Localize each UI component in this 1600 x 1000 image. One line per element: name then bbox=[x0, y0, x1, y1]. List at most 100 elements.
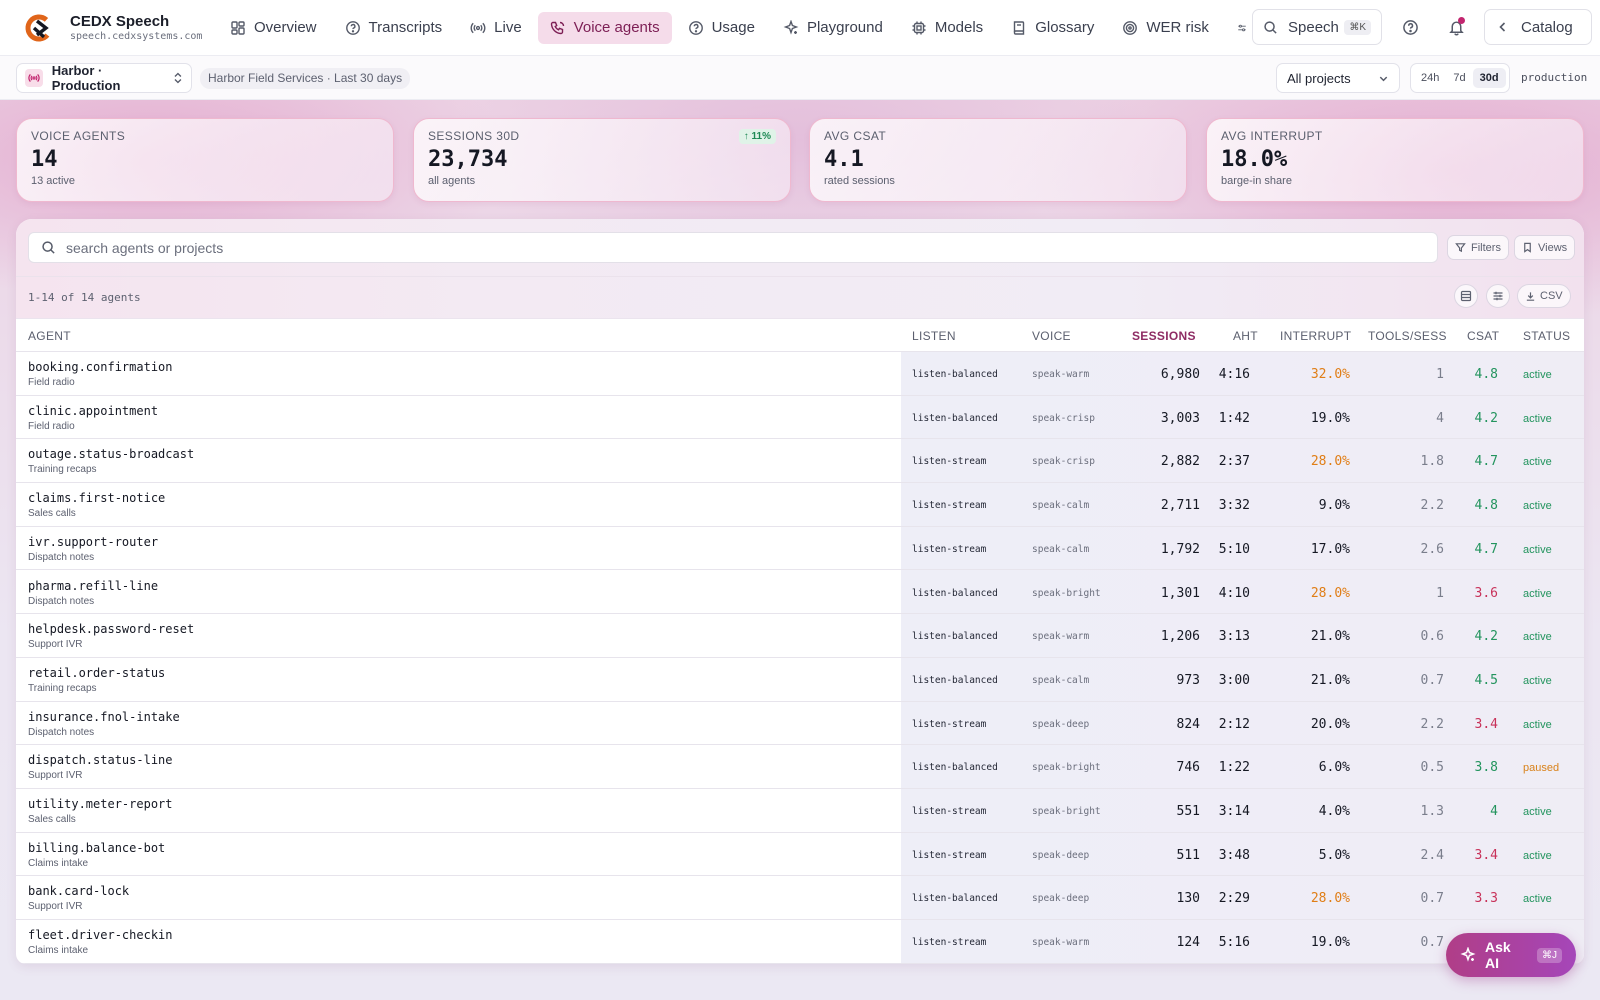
environment-select[interactable]: Harbor · Production bbox=[16, 63, 192, 93]
global-search-button[interactable]: Speech ⌘K bbox=[1252, 9, 1382, 45]
table-row[interactable]: booking.confirmation Field radio listen-ba… bbox=[16, 352, 1584, 396]
agent-name[interactable]: billing.balance-bot bbox=[28, 841, 165, 855]
notification-dot bbox=[1458, 17, 1465, 24]
tools-value: 2.4 bbox=[1420, 847, 1444, 863]
agent-project: Field radio bbox=[28, 420, 75, 432]
table-row[interactable]: insurance.fnol-intake Dispatch notes liste… bbox=[16, 702, 1584, 746]
chevron-left-icon bbox=[1499, 22, 1506, 32]
agent-project: Sales calls bbox=[28, 508, 76, 520]
col-header-listen[interactable]: LISTEN bbox=[912, 329, 956, 343]
agent-name[interactable]: helpdesk.password-reset bbox=[28, 622, 194, 636]
voice-model: speak-warm bbox=[1032, 631, 1090, 643]
col-header-sessions[interactable]: SESSIONS bbox=[1132, 329, 1196, 343]
sessions-value: 2,882 bbox=[1160, 454, 1200, 470]
agent-name[interactable]: ivr.support-router bbox=[28, 535, 158, 549]
voice-model: speak-calm bbox=[1032, 500, 1090, 512]
aht-value: 2:12 bbox=[1218, 716, 1250, 732]
range-24h-button[interactable]: 24h bbox=[1414, 68, 1446, 88]
agent-name[interactable]: bank.card-lock bbox=[28, 884, 129, 898]
interrupt-value: 4.0% bbox=[1318, 804, 1350, 819]
project-filter-select[interactable]: All projects bbox=[1276, 63, 1400, 93]
interrupt-value: 21.0% bbox=[1310, 672, 1350, 688]
sessions-value: 824 bbox=[1176, 716, 1200, 732]
agent-project: Training recaps bbox=[28, 464, 97, 476]
table-row[interactable]: dispatch.status-line Support IVR listen-ba… bbox=[16, 745, 1584, 789]
col-header-aht[interactable]: AHT bbox=[1233, 329, 1258, 343]
chevron-updown-icon bbox=[174, 72, 182, 84]
nav-item-voice-agents[interactable]: Voice agents bbox=[537, 11, 672, 44]
col-header-status[interactable]: STATUS bbox=[1523, 329, 1570, 343]
agent-project: Claims intake bbox=[28, 857, 89, 869]
tools-value: 4 bbox=[1436, 410, 1444, 426]
table-row[interactable]: fleet.driver-checkin Claims intake listen-… bbox=[16, 920, 1584, 964]
agent-name[interactable]: claims.first-notice bbox=[28, 491, 165, 505]
brand[interactable]: CEDX Speech speech.cedxsystems.com bbox=[0, 8, 218, 47]
views-button[interactable]: Views bbox=[1514, 235, 1576, 260]
col-header-voice[interactable]: VOICE bbox=[1032, 329, 1071, 343]
top-nav: CEDX Speech speech.cedxsystems.com Overv… bbox=[0, 0, 1600, 56]
help-button[interactable] bbox=[1398, 15, 1422, 39]
listen-model: listen-balanced bbox=[912, 893, 998, 905]
csat-value: 3.4 bbox=[1474, 847, 1498, 863]
aht-value: 1:22 bbox=[1218, 760, 1250, 776]
voice-model: speak-bright bbox=[1032, 762, 1101, 774]
nav-item-wer-risk[interactable]: WER risk bbox=[1110, 12, 1221, 44]
table-row[interactable]: pharma.refill-line Dispatch notes listen-b… bbox=[16, 571, 1584, 615]
ask-ai-button[interactable]: Ask AI ⌘J bbox=[1446, 933, 1576, 977]
aht-value: 2:29 bbox=[1218, 891, 1250, 907]
agent-search-input[interactable] bbox=[66, 239, 1366, 256]
notifications-button[interactable] bbox=[1444, 15, 1468, 39]
agent-name[interactable]: dispatch.status-line bbox=[28, 753, 173, 767]
aht-value: 4:16 bbox=[1218, 367, 1250, 382]
nav-item-overview[interactable]: Overview bbox=[218, 12, 329, 44]
agent-name[interactable]: outage.status-broadcast bbox=[28, 447, 194, 461]
table-row[interactable]: outage.status-broadcast Training recaps li… bbox=[16, 439, 1584, 484]
table-row[interactable]: ivr.support-router Dispatch notes listen-s… bbox=[16, 527, 1584, 571]
table-row[interactable]: claims.first-notice Sales calls listen-str… bbox=[16, 483, 1584, 527]
nav-item-live[interactable]: Live bbox=[458, 12, 534, 44]
table-row[interactable]: utility.meter-report Sales calls listen-st… bbox=[16, 789, 1584, 833]
nav-item-transcripts[interactable]: Transcripts bbox=[333, 12, 455, 44]
voice-model: speak-deep bbox=[1032, 718, 1090, 730]
agent-name[interactable]: fleet.driver-checkin bbox=[28, 928, 173, 942]
agent-name[interactable]: utility.meter-report bbox=[28, 797, 173, 811]
columns-settings-button[interactable] bbox=[1486, 284, 1510, 308]
filters-button[interactable]: Filters bbox=[1447, 235, 1509, 260]
table-row[interactable]: bank.card-lock Support IVR listen-balanced… bbox=[16, 876, 1584, 921]
aht-value: 3:14 bbox=[1218, 804, 1250, 819]
density-toggle-button[interactable] bbox=[1454, 284, 1478, 308]
table-row[interactable]: helpdesk.password-reset Support IVR listen… bbox=[16, 614, 1584, 658]
csv-export-button[interactable]: CSV bbox=[1517, 284, 1571, 308]
col-header-csat[interactable]: CSAT bbox=[1467, 329, 1499, 343]
nav-label: WER risk bbox=[1146, 19, 1209, 36]
nav-item-glossary[interactable]: Glossary bbox=[999, 12, 1106, 44]
table-row[interactable]: retail.order-status Training recaps listen… bbox=[16, 658, 1584, 702]
kpi-value: 23,734 bbox=[428, 147, 508, 172]
kpi-card-voice-agents: VOICE AGENTS 14 13 active bbox=[16, 118, 394, 202]
table-row[interactable]: billing.balance-bot Claims intake listen-s… bbox=[16, 833, 1584, 877]
agent-name[interactable]: pharma.refill-line bbox=[28, 579, 158, 593]
col-header-interrupt[interactable]: INTERRUPT bbox=[1280, 329, 1351, 343]
table-row[interactable]: clinic.appointment Field radio listen-bala… bbox=[16, 396, 1584, 440]
range-30d-button[interactable]: 30d bbox=[1472, 68, 1506, 88]
agent-name[interactable]: clinic.appointment bbox=[28, 404, 158, 418]
kpi-sub: 13 active bbox=[31, 175, 76, 187]
nav-label: Glossary bbox=[1035, 19, 1095, 36]
agent-name[interactable]: insurance.fnol-intake bbox=[28, 710, 180, 724]
status-badge: active bbox=[1523, 587, 1552, 600]
nav-item-models[interactable]: Models bbox=[899, 12, 995, 44]
col-header-tools[interactable]: TOOLS/SESS bbox=[1368, 329, 1447, 343]
agent-name[interactable]: booking.confirmation bbox=[28, 360, 173, 374]
aht-value: 5:10 bbox=[1218, 541, 1250, 557]
col-header-agent[interactable]: AGENT bbox=[28, 329, 71, 343]
nav-label: Voice agents bbox=[573, 19, 660, 36]
nav-label: Usage bbox=[711, 19, 755, 36]
voice-model: speak-crisp bbox=[1032, 412, 1095, 424]
agent-name[interactable]: retail.order-status bbox=[28, 666, 165, 680]
csat-value: 4.8 bbox=[1474, 367, 1498, 382]
nav-item-playground[interactable]: Playground bbox=[771, 12, 895, 44]
range-7d-button[interactable]: 7d bbox=[1446, 68, 1472, 88]
tools-value: 0.7 bbox=[1420, 935, 1444, 951]
nav-item-usage[interactable]: Usage bbox=[676, 12, 767, 44]
catalog-button[interactable]: Catalog bbox=[1484, 9, 1592, 45]
